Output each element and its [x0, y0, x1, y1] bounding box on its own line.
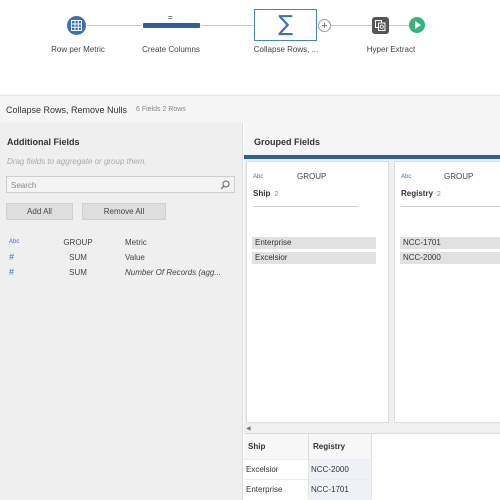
distinct-count: 2 — [437, 191, 441, 198]
group-field-name: Ship 2 — [253, 189, 278, 198]
flow-step-create-columns[interactable]: = — [143, 14, 200, 30]
table-cell[interactable]: NCC-1701 — [309, 479, 372, 499]
value-bar[interactable]: NCC-1701 — [400, 237, 500, 249]
value-bar[interactable]: Excelsior — [252, 252, 376, 264]
field-row-number-of-records[interactable]: # SUM Number Of Records (agg... — [0, 266, 243, 281]
number-type-icon: # — [9, 252, 15, 262]
field-row-metric[interactable]: Abc GROUP Metric — [0, 236, 243, 251]
step-meta: 6 Fields 2 Rows — [136, 106, 186, 113]
group-field-title: Ship — [253, 189, 271, 198]
search-input[interactable] — [11, 179, 211, 191]
flow-step-label: Collapse Rows, ... — [253, 45, 319, 54]
column-header-ship[interactable]: Ship — [244, 434, 309, 459]
flow-connector — [389, 25, 409, 26]
field-name: Metric — [125, 238, 147, 247]
aggregation-label[interactable]: SUM — [58, 253, 98, 262]
flow-step-bar — [143, 23, 200, 28]
aggregation-label[interactable]: GROUP — [444, 172, 473, 181]
flow-connector — [331, 25, 372, 26]
flow-connector — [201, 25, 254, 26]
string-type-icon: Abc — [401, 174, 412, 180]
aggregation-label[interactable]: SUM — [58, 268, 98, 277]
output-icon — [375, 20, 386, 31]
search-field[interactable] — [6, 176, 235, 193]
table-cell[interactable]: NCC-2000 — [309, 459, 372, 479]
flow-connector — [87, 25, 142, 26]
additional-fields-panel: Additional Fields Drag fields to aggrega… — [0, 123, 243, 500]
number-type-icon: # — [9, 267, 15, 277]
grouped-fields-title: Grouped Fields — [254, 137, 321, 147]
flow-step-label: Row per Metric — [51, 45, 105, 54]
add-all-button[interactable]: Add All — [6, 203, 73, 220]
step-header: Collapse Rows, Remove Nulls 6 Fields 2 R… — [0, 95, 500, 123]
data-preview-grid: Ship Registry Excelsior NCC-2000 Enterpr… — [244, 433, 500, 500]
remove-all-button[interactable]: Remove All — [82, 203, 166, 220]
field-row-value[interactable]: # SUM Value — [0, 251, 243, 266]
group-field-name: Registry 2 — [401, 189, 441, 198]
card-divider — [401, 206, 500, 207]
string-type-icon: Abc — [9, 239, 20, 245]
field-name: Number Of Records (agg... — [125, 268, 222, 277]
flow-pane: Row per Metric = Create Columns ∑ Collap… — [0, 0, 500, 95]
group-card-ship[interactable]: Abc GROUP Ship 2 Enterprise Excelsior — [246, 161, 389, 423]
card-divider — [253, 206, 358, 207]
flow-step-label: Hyper Extract — [366, 45, 416, 54]
plus-circle-icon[interactable] — [318, 19, 331, 32]
scroll-left-arrow-icon[interactable]: ◀ — [246, 425, 251, 432]
play-icon[interactable] — [409, 17, 425, 33]
aggregation-label[interactable]: GROUP — [58, 238, 98, 247]
additional-fields-hint: Drag fields to aggregate or group them. — [7, 157, 147, 166]
field-name: Value — [125, 253, 145, 262]
distinct-count: 2 — [274, 191, 279, 198]
step-title: Collapse Rows, Remove Nulls — [6, 105, 128, 115]
flow-step-label: Create Columns — [142, 45, 200, 54]
grouped-fields-header: Grouped Fields — [244, 123, 500, 159]
table-cell[interactable]: Enterprise — [244, 479, 309, 499]
aggregation-label[interactable]: GROUP — [297, 172, 326, 181]
sigma-icon: ∑ — [278, 12, 293, 37]
table-cell[interactable]: Excelsior — [244, 459, 309, 479]
group-field-title: Registry — [401, 189, 434, 198]
table-icon — [71, 20, 82, 31]
value-bar[interactable]: Enterprise — [252, 237, 376, 249]
group-card-registry[interactable]: Abc GROUP Registry 2 NCC-1701 NCC-2000 — [394, 161, 500, 423]
pivot-bar-icon: = — [168, 13, 173, 22]
additional-fields-title: Additional Fields — [7, 137, 80, 147]
column-header-registry[interactable]: Registry — [309, 434, 372, 459]
flow-step-collapse-rows[interactable]: ∑ — [254, 9, 317, 41]
flow-step-hyper-extract[interactable] — [372, 17, 389, 34]
string-type-icon: Abc — [253, 174, 264, 180]
flow-step-row-per-metric[interactable] — [67, 16, 86, 35]
value-bar[interactable]: NCC-2000 — [400, 252, 500, 264]
search-icon[interactable] — [220, 180, 230, 190]
